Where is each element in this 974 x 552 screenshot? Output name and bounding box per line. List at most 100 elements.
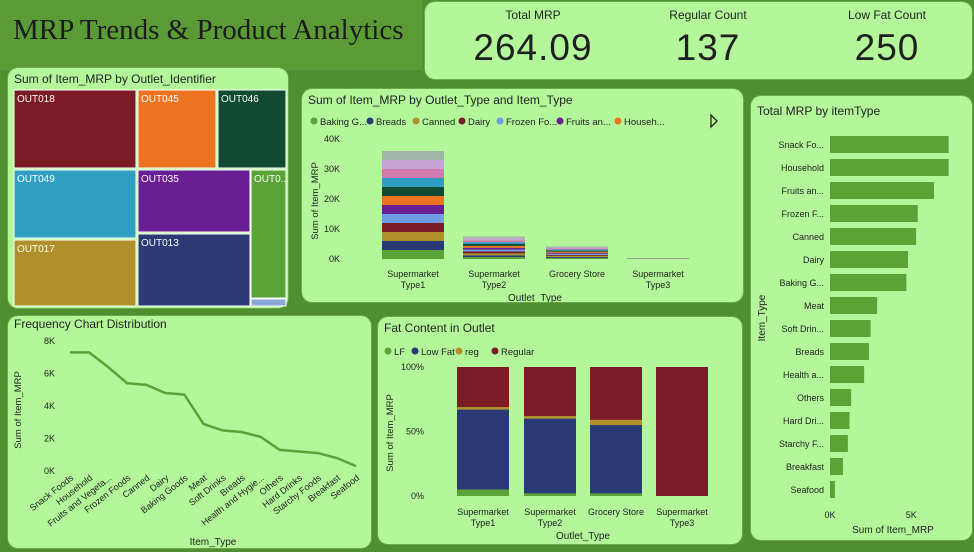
legend-label: Breads — [376, 117, 406, 128]
y-tick-label: Frozen F... — [781, 209, 824, 219]
y-tick-label: 0K — [44, 466, 55, 476]
legend-marker — [458, 117, 466, 125]
y-tick-label: 20K — [324, 194, 340, 204]
bar — [830, 366, 865, 383]
legend-marker — [556, 117, 564, 125]
stacked-bar-segment — [546, 254, 608, 256]
stacked-bar-segment — [463, 257, 525, 259]
y-tick-label: 8K — [44, 336, 55, 346]
x-tick-label: Supermarket — [387, 269, 439, 279]
x-tick-label: Type1 — [401, 280, 426, 290]
legend-marker — [366, 117, 374, 125]
kpi-regular-count: Regular Count 137 — [618, 2, 798, 69]
kpi-label: Total MRP — [505, 8, 561, 22]
y-tick-label: 10K — [324, 224, 340, 234]
legend-label: LF — [394, 347, 405, 358]
stacked-bar-segment — [524, 416, 576, 419]
y-tick-label: Canned — [792, 232, 824, 242]
stacked-bar-segment — [546, 250, 608, 252]
bar — [830, 389, 852, 406]
legend-marker — [310, 117, 318, 125]
stacked-bar-segment — [457, 489, 509, 496]
x-axis-title: Outlet_Type — [508, 293, 562, 302]
y-tick-label: Dairy — [803, 255, 825, 265]
x-tick-label: Type1 — [471, 518, 496, 528]
scroll-right-icon — [710, 113, 718, 129]
stacked-chart-card: Sum of Item_MRP by Outlet_Type and Item_… — [302, 89, 743, 302]
y-tick-label: Seafood — [790, 485, 824, 495]
kpi-total-mrp: Total MRP 264.09 — [443, 2, 623, 69]
y-tick-label: 40K — [324, 134, 340, 144]
treemap-tile-label: OUT045 — [141, 94, 179, 105]
stacked-bar-segment — [382, 232, 444, 241]
x-tick-label: Type3 — [670, 518, 695, 528]
y-axis-title: Item_Type — [757, 294, 768, 341]
stacked-bar-segment — [382, 169, 444, 178]
treemap-tile — [250, 298, 287, 307]
legend-label: Househ... — [624, 117, 665, 128]
legend-label: reg — [465, 347, 479, 358]
stacked-bar-segment — [590, 419, 642, 426]
bar — [830, 159, 949, 176]
x-tick-label: Supermarket — [632, 269, 684, 279]
treemap-card: Sum of Item_MRP by Outlet_Identifier OUT… — [8, 68, 288, 308]
legend-marker — [412, 117, 420, 125]
bar — [830, 435, 848, 452]
title-banner: MRP Trends & Product Analytics — [0, 0, 422, 70]
stacked-bar-segment — [546, 247, 608, 249]
x-tick-label: Supermarket — [457, 507, 509, 517]
bar — [830, 320, 871, 337]
legend-label: Canned — [422, 117, 455, 128]
y-tick-label: Health a... — [783, 370, 824, 380]
stacked-bar-segment — [463, 245, 525, 248]
kpi-value: 264.09 — [473, 27, 593, 68]
stacked-bar-segment — [546, 248, 608, 250]
bar — [830, 274, 907, 291]
y-tick-label: Fruits an... — [781, 186, 824, 196]
stacked-bar-segment — [382, 160, 444, 169]
treemap-tile-label: OUT018 — [17, 94, 55, 105]
treemap-chart: OUT018 OUT045 OUT046 OUT049 OUT035 OUT0... OUT… — [13, 89, 288, 307]
kpi-value: 250 — [854, 27, 920, 68]
x-tick-label: 5K — [906, 510, 917, 520]
stacked-bar-segment — [546, 256, 608, 258]
stacked-bar-segment — [463, 249, 525, 252]
stacked-bar-segment — [546, 255, 608, 257]
x-axis-title: Sum of Item_MRP — [852, 525, 934, 536]
stacked-bar-segment — [463, 251, 525, 254]
legend-label: Dairy — [468, 117, 490, 128]
stacked-bar-segment — [463, 244, 525, 246]
legend-label: Regular — [501, 347, 534, 358]
y-tick-label: Snack Fo... — [778, 140, 824, 150]
x-tick-label: Supermarket — [656, 507, 708, 517]
legend-marker — [384, 347, 392, 355]
stacked-bar-segment — [382, 178, 444, 187]
y-tick-label: Baking G... — [779, 278, 824, 288]
stacked-bar-segment — [546, 246, 608, 248]
y-tick-label: 0% — [411, 491, 424, 501]
legend-marker — [411, 347, 419, 355]
bar — [830, 297, 878, 314]
bar — [830, 136, 949, 153]
legend-label: Fruits an... — [566, 117, 611, 128]
stacked-bar-segment — [463, 240, 525, 243]
y-axis-title: Sum of Item_MRP — [385, 394, 396, 472]
y-tick-label: 6K — [44, 369, 55, 379]
stacked-bar-segment — [546, 252, 608, 254]
kpi-low-fat-count: Low Fat Count 250 — [797, 2, 974, 69]
stacked-bar-segment — [546, 251, 608, 253]
stacked-bar-segment — [382, 205, 444, 214]
stacked-bar-segment — [463, 242, 525, 244]
x-tick-label: Type2 — [538, 518, 563, 528]
stacked-bar-segment — [382, 223, 444, 232]
line-chart-card: Frequency Chart Distribution 8K 6K 4K 2K 0K S… — [8, 316, 371, 548]
bar — [830, 458, 843, 475]
treemap-tile-label: OUT046 — [221, 94, 259, 105]
x-tick-label: 0K — [824, 510, 835, 520]
itemtype-bar-chart: Snack Fo... Household Fruits an... Frozen F… — [757, 136, 949, 536]
stacked-bar-segment — [546, 257, 608, 259]
line-series — [70, 351, 357, 468]
stacked-bar-segment — [590, 367, 642, 420]
page-title: MRP Trends & Product Analytics — [13, 14, 404, 46]
legend-marker — [491, 347, 499, 355]
